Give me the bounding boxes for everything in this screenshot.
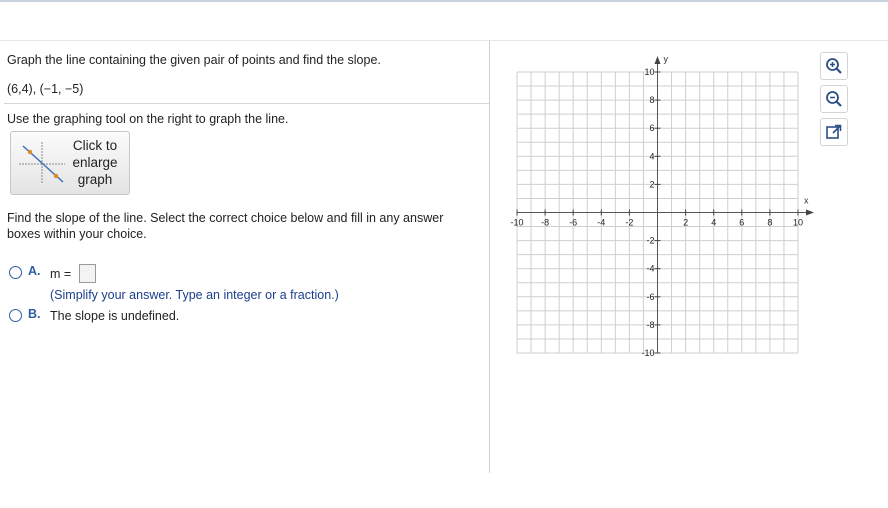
- slope-prompt-line1: Find the slope of the line. Select the c…: [7, 211, 444, 225]
- x-tick-label: 2: [683, 218, 688, 228]
- enlarge-graph-button[interactable]: Click to enlarge graph: [10, 131, 130, 195]
- x-tick-label: -10: [510, 218, 523, 228]
- slope-prompt-line2: boxes within your choice.: [7, 227, 147, 241]
- zoom-out-icon: [826, 91, 842, 107]
- slope-answer-input[interactable]: [79, 264, 96, 283]
- y-axis-arrow: [654, 56, 661, 64]
- divider: [4, 103, 489, 104]
- top-accent-bar: [0, 0, 888, 2]
- choice-a-letter: A.: [28, 264, 41, 278]
- zoom-in-button[interactable]: [820, 52, 848, 80]
- y-axis-label: y: [664, 54, 669, 64]
- x-axis-label: x: [804, 196, 809, 206]
- x-axis-arrow: [806, 209, 814, 216]
- choice-b-radio[interactable]: [9, 309, 22, 322]
- given-points: (6,4), (−1, −5): [7, 82, 84, 96]
- enlarge-label-line1: Click to: [72, 138, 118, 153]
- choice-b-letter: B.: [28, 307, 41, 321]
- mini-graph-icon: [19, 142, 65, 184]
- x-tick-label: 10: [793, 218, 803, 228]
- question-pane: [0, 41, 490, 473]
- y-tick-label: 6: [649, 123, 654, 133]
- y-tick-label: 2: [649, 179, 654, 189]
- y-tick-label: 4: [649, 151, 654, 161]
- y-tick-label: 10: [644, 67, 654, 77]
- y-tick-label: -4: [646, 264, 654, 274]
- enlarge-label-line3: graph: [77, 172, 113, 187]
- question-instruction: Graph the line containing the given pair…: [7, 53, 381, 67]
- choice-a-radio[interactable]: [9, 266, 22, 279]
- x-tick-label: -8: [541, 218, 549, 228]
- popout-button[interactable]: [820, 118, 848, 146]
- choice-a-prefix: m =: [50, 267, 72, 281]
- tool-hint: Use the graphing tool on the right to gr…: [7, 112, 289, 126]
- x-tick-label: -2: [625, 218, 633, 228]
- zoom-out-button[interactable]: [820, 85, 848, 113]
- popout-icon: [826, 124, 842, 139]
- zoom-in-icon: [826, 58, 842, 74]
- x-tick-label: 6: [739, 218, 744, 228]
- y-tick-label: 8: [649, 95, 654, 105]
- y-tick-label: -10: [641, 348, 654, 358]
- x-tick-label: 8: [767, 218, 772, 228]
- x-tick-label: -6: [569, 218, 577, 228]
- choice-a-note: (Simplify your answer. Type an integer o…: [50, 288, 339, 302]
- y-tick-label: -8: [646, 320, 654, 330]
- choice-b-text: The slope is undefined.: [50, 309, 180, 323]
- x-tick-label: -4: [597, 218, 605, 228]
- y-tick-label: -2: [646, 236, 654, 246]
- coordinate-graph[interactable]: x y -10 -8 -6 -4 -2 2 4 6 8 10 10 8 6 4 2 -2 -4 -6 -8 -10: [505, 50, 815, 362]
- enlarge-label-line2: enlarge: [72, 155, 118, 170]
- enlarge-graph-label: Click to enlarge graph: [69, 137, 121, 188]
- x-tick-label: 4: [711, 218, 716, 228]
- y-tick-label: -6: [646, 292, 654, 302]
